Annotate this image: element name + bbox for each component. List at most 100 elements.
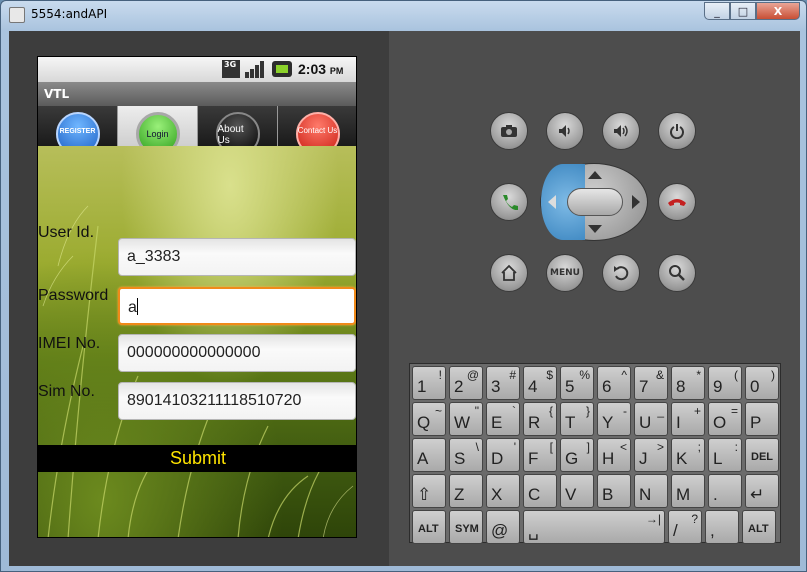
close-button[interactable]: X: [756, 2, 800, 20]
key-y[interactable]: Y-: [597, 402, 631, 436]
key-space[interactable]: ␣ →|: [523, 510, 665, 544]
key-alt-label: !: [438, 368, 442, 382]
key-alt-label: >: [656, 440, 664, 454]
key-r[interactable]: R{: [523, 402, 557, 436]
volume-up-button[interactable]: [602, 112, 640, 150]
search-button[interactable]: [658, 254, 696, 292]
key-3[interactable]: 3 #: [486, 366, 520, 400]
key-6[interactable]: 6 ^: [597, 366, 631, 400]
key-label: Y: [602, 413, 614, 432]
dpad-left-icon[interactable]: [548, 195, 556, 209]
dpad-up-icon[interactable]: [588, 171, 602, 179]
tab-contact[interactable]: Contact Us: [278, 106, 356, 146]
key-7[interactable]: 7 &: [634, 366, 668, 400]
key-sym[interactable]: ↵: [745, 474, 779, 508]
imei-input[interactable]: 000000000000000: [118, 334, 356, 372]
key-x[interactable]: X: [486, 474, 520, 508]
key-p[interactable]: P: [745, 402, 779, 436]
key-0[interactable]: 0): [745, 366, 779, 400]
key-alt-label: -: [623, 404, 627, 418]
key-sym[interactable]: ,: [705, 510, 739, 544]
app-icon: [9, 7, 25, 23]
key-del[interactable]: DEL: [745, 438, 779, 472]
minimize-button[interactable]: _: [704, 2, 730, 20]
key-sym[interactable]: .: [708, 474, 742, 508]
key-m[interactable]: M: [671, 474, 705, 508]
key-4[interactable]: 4 $: [523, 366, 557, 400]
power-button[interactable]: [658, 112, 696, 150]
key-2[interactable]: 2 @: [449, 366, 483, 400]
key-sym[interactable]: SYM: [449, 510, 483, 544]
key-d[interactable]: D ': [486, 438, 520, 472]
volume-up-icon: [614, 125, 628, 137]
key-c[interactable]: C: [523, 474, 557, 508]
dpad-center-button[interactable]: [567, 188, 623, 216]
tab-about[interactable]: About Us: [198, 106, 278, 146]
user-id-input[interactable]: a_3383: [118, 238, 356, 276]
key-b[interactable]: B: [597, 474, 631, 508]
key-9[interactable]: 9(: [708, 366, 742, 400]
key-s[interactable]: S \: [449, 438, 483, 472]
key-5[interactable]: 5%: [560, 366, 594, 400]
key-h[interactable]: H <: [597, 438, 631, 472]
sim-input[interactable]: 89014103211118510720: [118, 382, 356, 420]
key-label: S: [454, 449, 466, 468]
password-label: Password: [38, 287, 109, 304]
key-label: U: [639, 413, 652, 432]
key-label: 6: [602, 377, 612, 396]
camera-button[interactable]: [490, 112, 528, 150]
key-alt-label: (: [734, 368, 738, 382]
maximize-button[interactable]: □: [730, 2, 756, 20]
key-label: 8: [676, 377, 686, 396]
key-q[interactable]: Q ~: [412, 402, 446, 436]
tab-about-label: About Us: [215, 112, 260, 146]
menu-button[interactable]: MENU: [546, 254, 584, 292]
key-alt-label: @: [466, 368, 479, 382]
menu-label: MENU: [550, 268, 580, 278]
app-title-bar: VTL: [38, 82, 356, 106]
key-l[interactable]: L:: [708, 438, 742, 472]
key-sym[interactable]: /?: [668, 510, 702, 544]
tab-login[interactable]: Login: [118, 106, 198, 146]
dpad[interactable]: [540, 163, 648, 241]
tab-register[interactable]: REGISTER: [38, 106, 118, 146]
title-bar[interactable]: 5554:andAPI _ □ X: [1, 1, 806, 29]
call-icon: [503, 195, 518, 211]
tab-login-label: Login: [135, 112, 180, 146]
key-k[interactable]: K;: [671, 438, 705, 472]
back-button[interactable]: [602, 254, 640, 292]
key-g[interactable]: G]: [560, 438, 594, 472]
key-e[interactable]: E `: [486, 402, 520, 436]
key-alt[interactable]: ALT: [742, 510, 776, 544]
key-z[interactable]: Z: [449, 474, 483, 508]
key-u[interactable]: U _: [634, 402, 668, 436]
key-n[interactable]: N: [634, 474, 668, 508]
key-v[interactable]: V: [560, 474, 594, 508]
key-a[interactable]: A: [412, 438, 446, 472]
key-sym[interactable]: @: [486, 510, 520, 544]
key-t[interactable]: T}: [560, 402, 594, 436]
key-f[interactable]: F[: [523, 438, 557, 472]
dpad-down-icon[interactable]: [588, 225, 602, 233]
key-sym[interactable]: ⇧: [412, 474, 446, 508]
key-alt[interactable]: ALT: [412, 510, 446, 544]
key-8[interactable]: 8 *: [671, 366, 705, 400]
camera-icon: [501, 125, 517, 137]
key-i[interactable]: I +: [671, 402, 705, 436]
dpad-right-icon[interactable]: [632, 195, 640, 209]
password-input[interactable]: a: [118, 287, 356, 325]
key-label: 2: [454, 377, 464, 396]
close-icon: X: [773, 4, 783, 18]
submit-button[interactable]: Submit: [38, 445, 356, 472]
volume-down-button[interactable]: [546, 112, 584, 150]
key-1[interactable]: 1!: [412, 366, 446, 400]
end-call-button[interactable]: [658, 183, 696, 221]
home-button[interactable]: [490, 254, 528, 292]
key-j[interactable]: J >: [634, 438, 668, 472]
emulator-window: 5554:andAPI _ □ X 3G 2:03 PM VTL REGISTE…: [0, 0, 807, 572]
call-button[interactable]: [490, 183, 528, 221]
device-screen: 3G 2:03 PM VTL REGISTER Login About Us C…: [37, 56, 357, 538]
key-alt-label: =: [730, 404, 738, 418]
key-w[interactable]: W ": [449, 402, 483, 436]
key-o[interactable]: O =: [708, 402, 742, 436]
